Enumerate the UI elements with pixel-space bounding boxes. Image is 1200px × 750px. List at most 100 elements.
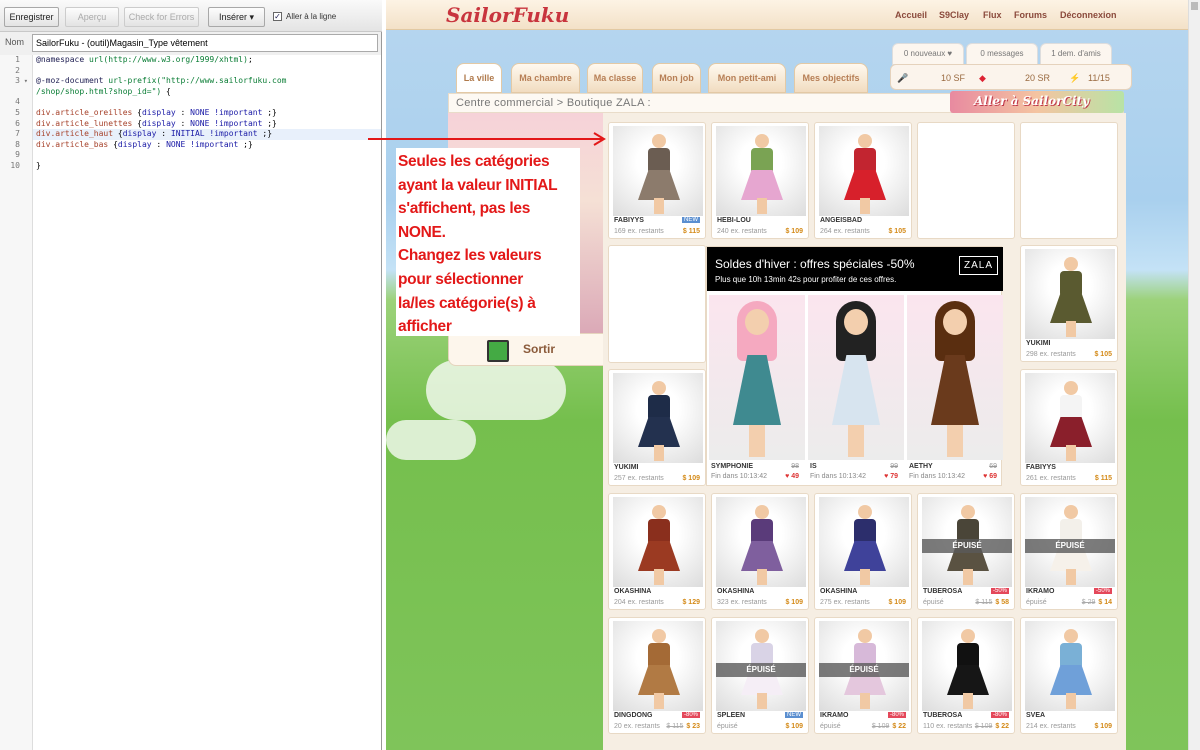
check-errors-button[interactable]: Check for Errors (124, 7, 199, 27)
product-card[interactable]: OKASHINA 204 ex. restants $ 129 (608, 493, 706, 610)
winter-sale-promo[interactable]: Soldes d'hiver : offres spéciales -50% Pl… (706, 246, 1003, 486)
goto-line-checkbox[interactable]: ✓ (273, 12, 282, 21)
code-editor[interactable]: @namespace url(http://www.w3.org/1999/xh… (33, 55, 381, 750)
product-image[interactable] (613, 621, 703, 711)
insert-label: Insérer (218, 12, 247, 22)
tab-ma-classe[interactable]: Ma classe (587, 63, 643, 93)
name-label: Nom (5, 37, 25, 47)
tab-la-ville[interactable]: La ville (456, 63, 502, 93)
avatar-head (1064, 629, 1078, 643)
sailorcity-banner[interactable]: Aller à SailorCity (950, 91, 1124, 113)
product-card[interactable]: ANGEISBAD 264 ex. restants $ 105 (814, 122, 912, 239)
product-image[interactable] (1025, 621, 1115, 711)
tab-friend-requests[interactable]: 1 dem. d'amis (1040, 43, 1112, 65)
product-card[interactable]: SVEA 214 ex. restants $ 109 (1020, 617, 1118, 734)
scroll-thumb[interactable] (1191, 2, 1198, 10)
product-image[interactable] (613, 373, 703, 463)
avatar-legs (947, 423, 963, 457)
avatar-legs (1066, 693, 1076, 709)
promo-item-image[interactable] (808, 295, 904, 460)
product-price: $ 109 (888, 599, 906, 606)
product-image[interactable] (1025, 249, 1115, 339)
exit-button[interactable]: Sortir (523, 342, 555, 356)
product-image[interactable] (716, 497, 806, 587)
product-card[interactable]: TUBEROSA -80% 110 ex. restants $ 109 $ 22 (917, 617, 1015, 734)
product-image[interactable] (613, 126, 703, 216)
avatar-head (858, 505, 872, 519)
product-name: YUKIMI (1026, 340, 1051, 347)
tab-new-hearts[interactable]: 0 nouveaux ♥ (892, 43, 964, 65)
nav-forums[interactable]: Forums (1014, 10, 1047, 20)
code-line: div.article_haut {display : INITIAL !imp… (33, 129, 381, 140)
product-image[interactable] (819, 497, 909, 587)
product-image[interactable] (613, 497, 703, 587)
scrollbar[interactable] (1188, 0, 1200, 750)
product-card[interactable]: FABIYYS 261 ex. restants $ 115 (1020, 369, 1118, 486)
outfit-top (751, 148, 773, 172)
promo-item[interactable]: AETHY Fin dans 10:13:42 69 ♥ 69 (907, 295, 1003, 485)
product-card[interactable]: ÉPUISÉ SPLEEN NEW épuisé $ 109 (711, 617, 809, 734)
product-card[interactable]: YUKIMI 257 ex. restants $ 109 (608, 369, 706, 486)
current-price: $ 115 (682, 228, 700, 235)
nav-s9clay[interactable]: S9Clay (939, 10, 969, 20)
outfit-top (854, 519, 876, 543)
tab-mes-objectifs[interactable]: Mes objectifs (794, 63, 868, 93)
promo-item-image[interactable] (907, 295, 1003, 460)
product-image[interactable] (716, 126, 806, 216)
stock-text: 110 ex. restants (923, 723, 973, 730)
code-token: ;} (262, 118, 277, 128)
product-name: IKRAMO (820, 712, 849, 719)
tab-messages[interactable]: 0 messages (966, 43, 1038, 65)
nav-flux[interactable]: Flux (983, 10, 1002, 20)
product-image[interactable] (922, 621, 1012, 711)
code-token: NONE !important (190, 107, 263, 117)
door-icon[interactable] (487, 340, 509, 362)
code-token: ;} (257, 129, 273, 139)
product-image[interactable] (1025, 373, 1115, 463)
product-card[interactable]: HEBI-LOU 240 ex. restants $ 109 (711, 122, 809, 239)
microphone-icon: 🎤 (897, 73, 909, 83)
product-card[interactable]: ÉPUISÉ TUBEROSA -50% épuisé $ 115 $ 58 (917, 493, 1015, 610)
product-image[interactable] (819, 126, 909, 216)
product-card[interactable]: ÉPUISÉ IKRAMO -80% épuisé $ 109 $ 22 (814, 617, 912, 734)
line-number: 10 (10, 160, 20, 170)
product-card[interactable]: FABIYYS NEW 169 ex. restants $ 115 (608, 122, 706, 239)
product-card[interactable]: OKASHINA 275 ex. restants $ 109 (814, 493, 912, 610)
avatar-figure (638, 629, 680, 709)
banner-label: Aller à SailorCity (974, 94, 1090, 108)
nav-accueil[interactable]: Accueil (895, 10, 927, 20)
line-number: 3 (0, 76, 32, 87)
code-token: : (175, 107, 191, 117)
product-card[interactable]: DINGDONG -80% 20 ex. restants $ 115 $ 23 (608, 617, 706, 734)
stock-text: 264 ex. restants (820, 228, 870, 235)
nav-deconnexion[interactable]: Déconnexion (1060, 10, 1117, 20)
sf-balance: 10 SF (941, 73, 966, 83)
save-button[interactable]: Enregistrer (4, 7, 59, 27)
site-logo[interactable]: SailorFuku (446, 3, 569, 27)
promo-item[interactable]: SYMPHONIE Fin dans 10:13:42 98 ♥ 49 (709, 295, 805, 485)
product-card[interactable]: YUKIMI 298 ex. restants $ 105 (1020, 245, 1118, 362)
tab-mon-petit-ami[interactable]: Mon petit-ami (708, 63, 786, 93)
insert-dropdown[interactable]: Insérer ▾ (208, 7, 265, 27)
outfit-skirt (1050, 417, 1092, 447)
current-price: $ 58 (995, 599, 1009, 606)
code-token: INITIAL !important (170, 129, 258, 139)
annotation-line: ayant la valeur INITIAL (398, 176, 558, 194)
product-price: $ 109 (785, 599, 803, 606)
product-name: SPLEEN (717, 712, 746, 719)
stock-text: épuisé (1026, 599, 1047, 606)
code-line: div.article_bas {display : NONE !importa… (33, 140, 381, 151)
promo-item-image[interactable] (709, 295, 805, 460)
product-card[interactable]: ÉPUISÉ IKRAMO -50% épuisé $ 29 $ 14 (1020, 493, 1118, 610)
promo-item[interactable]: IS Fin dans 10:13:42 99 ♥ 79 (808, 295, 904, 485)
current-price: $ 109 (785, 228, 803, 235)
product-name: SVEA (1026, 712, 1046, 719)
tab-mon-job[interactable]: Mon job (652, 63, 701, 93)
tab-ma-chambre[interactable]: Ma chambre (511, 63, 580, 93)
product-card[interactable]: OKASHINA 323 ex. restants $ 109 (711, 493, 809, 610)
outfit-top (1060, 271, 1082, 295)
outfit-skirt (638, 417, 680, 447)
style-name-input[interactable] (32, 34, 378, 52)
preview-button[interactable]: Aperçu (65, 7, 119, 27)
